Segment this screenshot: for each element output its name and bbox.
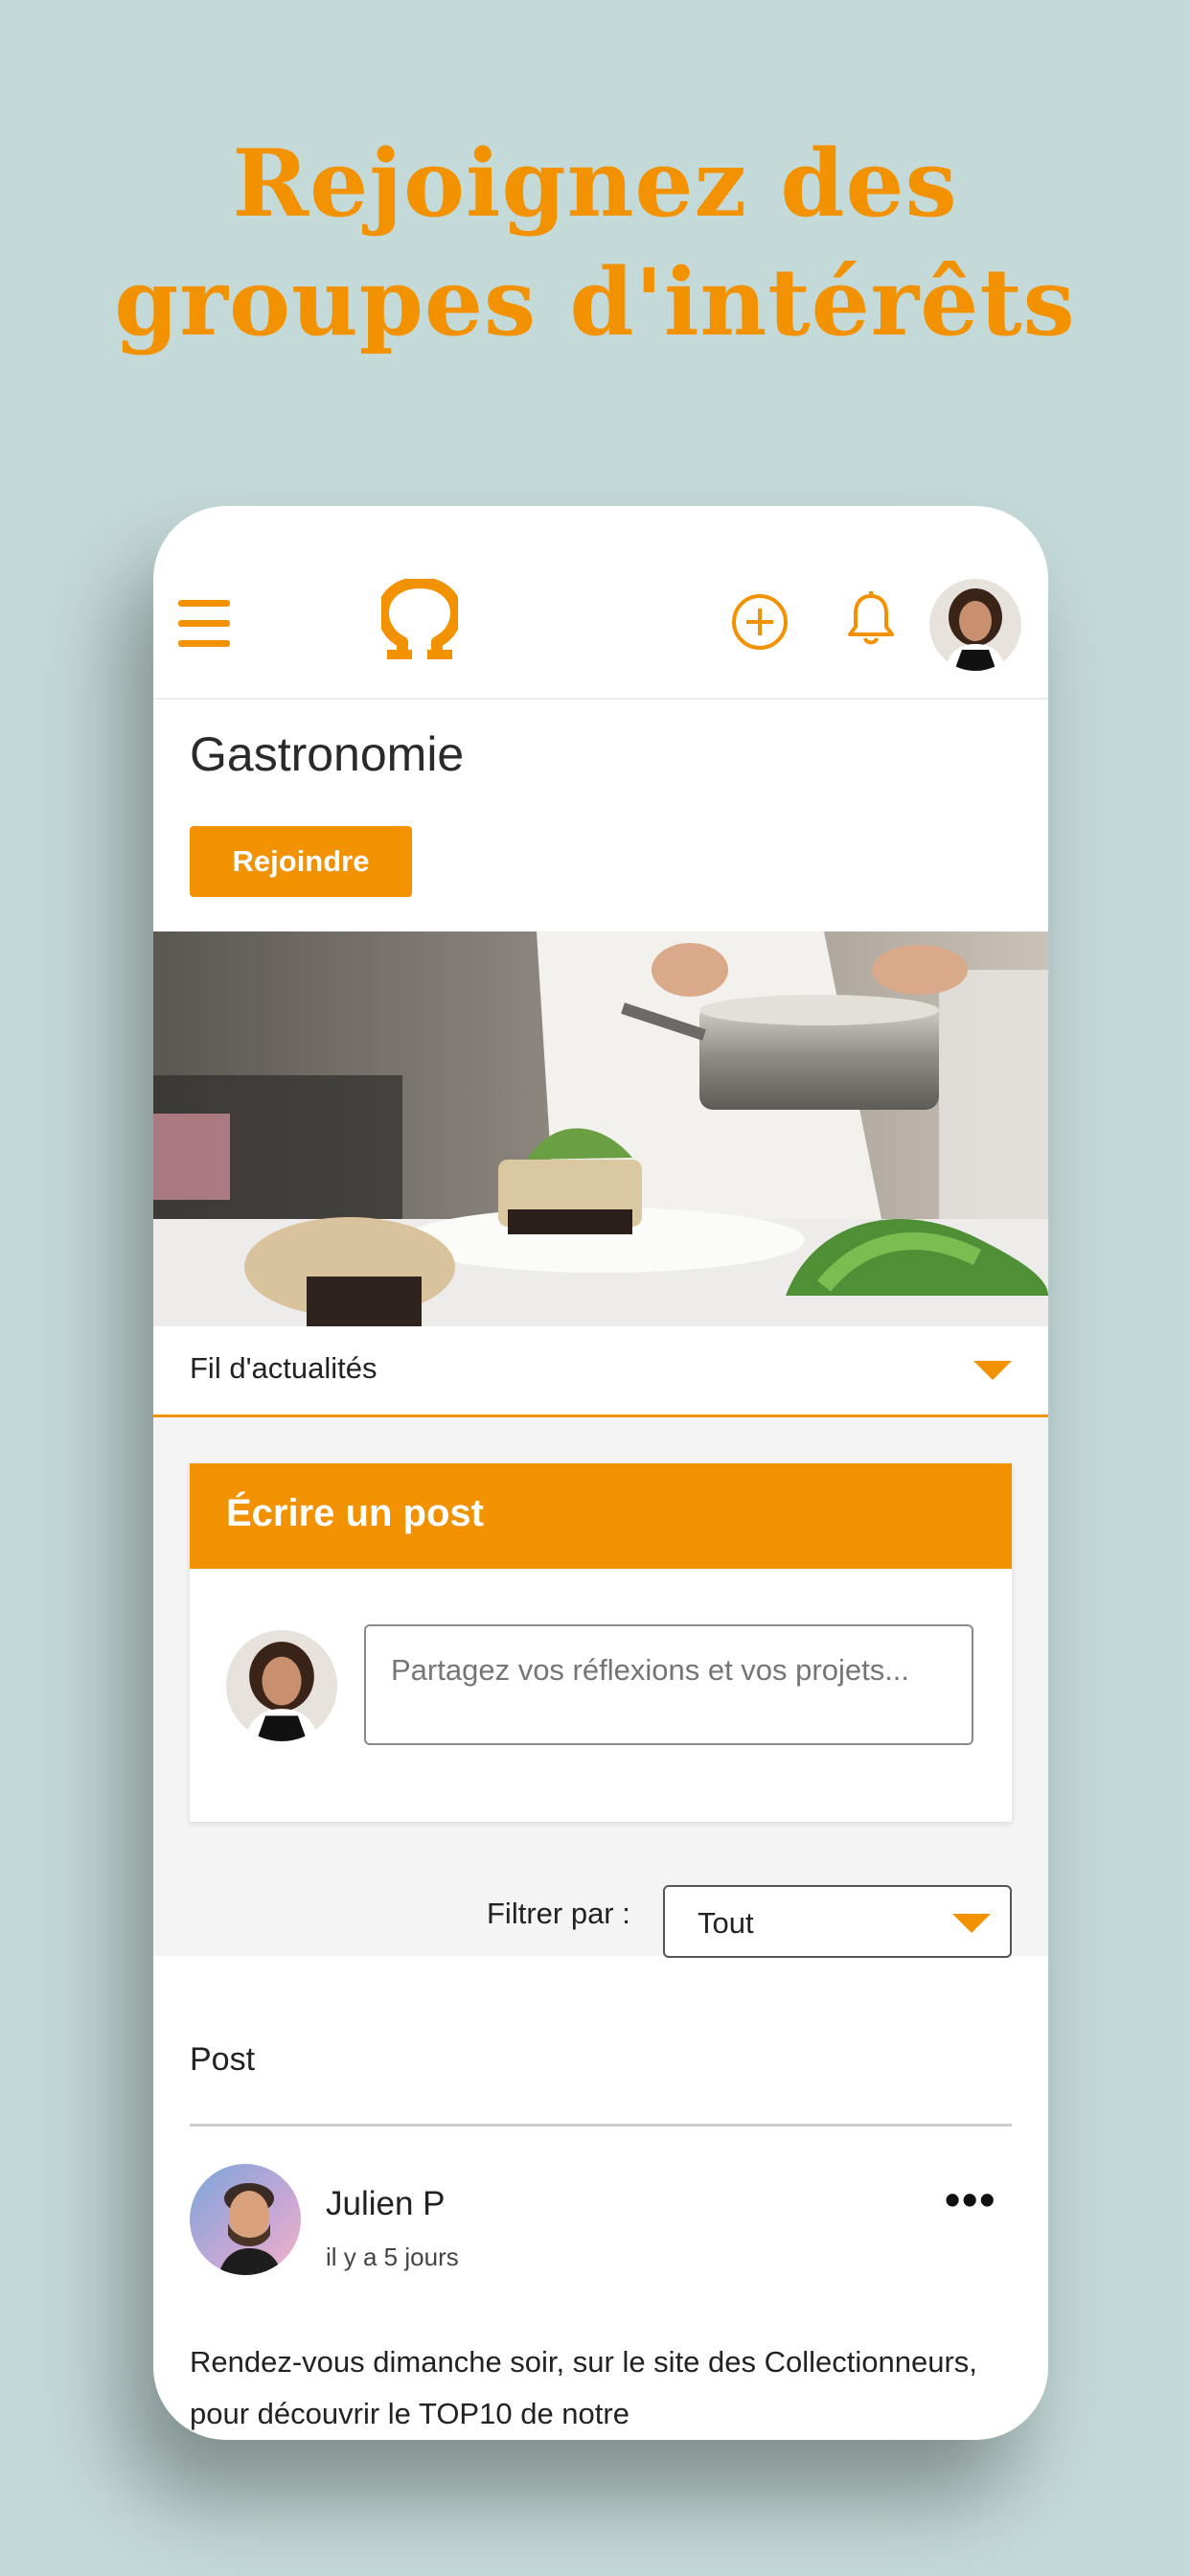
plus-circle-icon[interactable] (730, 592, 790, 652)
post-text-input[interactable] (364, 1624, 973, 1745)
avatar (226, 1630, 337, 1741)
compose-card: Écrire un post (190, 1463, 1012, 1822)
group-title: Gastronomie (190, 727, 465, 781)
posts-section-label: Post (190, 2041, 256, 2078)
compose-section: Écrire un post Filtrer par : Tout (153, 1417, 1048, 1958)
omega-logo-icon[interactable] (381, 579, 458, 663)
feed-selector-label: Fil d'actualités (190, 1351, 378, 1385)
divider (190, 2124, 1012, 2127)
post-timestamp: il y a 5 jours (326, 2242, 459, 2271)
more-options-icon[interactable]: ••• (945, 2177, 996, 2221)
top-navigation-bar (153, 506, 1048, 700)
join-group-button[interactable]: Rejoindre (190, 826, 412, 897)
promo-headline-line2: groupes d'intérêts (114, 248, 1076, 356)
chevron-down-icon (952, 1914, 991, 1933)
group-cover-image (153, 932, 1048, 1326)
user-avatar[interactable] (929, 579, 1021, 671)
chevron-down-icon (973, 1361, 1012, 1380)
post-body-text: Rendez-vous dimanche soir, sur le site d… (190, 2345, 977, 2430)
hamburger-menu-icon[interactable] (178, 600, 230, 648)
promo-headline: Rejoignez des groupes d'intérêts (0, 125, 1190, 362)
phone-frame: Gastronomie Rejoindre Fil d'actualités É… (153, 506, 1048, 2440)
post-author-name[interactable]: Julien P (326, 2185, 446, 2223)
filter-label: Filtrer par : (487, 1897, 630, 1930)
filter-dropdown[interactable]: Tout (663, 1885, 1012, 1958)
compose-card-header: Écrire un post (190, 1463, 1012, 1569)
filter-selected-value: Tout (698, 1906, 754, 1940)
feed-selector[interactable]: Fil d'actualités (153, 1326, 1048, 1417)
promo-headline-line1: Rejoignez des (232, 129, 958, 238)
post-author-avatar[interactable] (190, 2164, 301, 2275)
compose-title: Écrire un post (226, 1492, 484, 1534)
bell-icon[interactable] (845, 590, 897, 650)
